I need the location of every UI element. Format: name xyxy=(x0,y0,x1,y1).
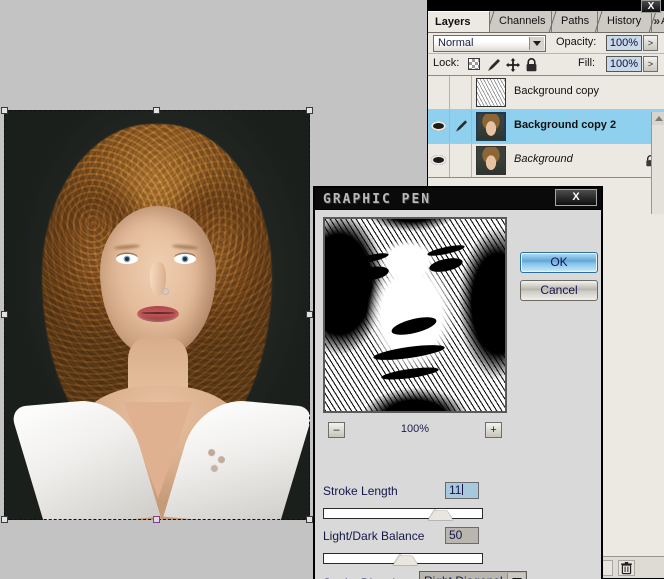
stroke-direction-select[interactable]: Right Diagonal xyxy=(419,571,527,579)
zoom-level-label: 100% xyxy=(400,423,430,435)
image-canvas[interactable] xyxy=(4,110,310,520)
chevron-down-icon[interactable] xyxy=(507,573,525,579)
opacity-stepper[interactable]: > xyxy=(643,35,658,51)
selection-handle-bl[interactable] xyxy=(1,516,8,523)
trash-icon[interactable] xyxy=(618,560,635,576)
table-row[interactable]: Background copy 2 xyxy=(428,110,664,144)
move-icon[interactable] xyxy=(506,58,520,77)
tab-channels[interactable]: Channels xyxy=(490,11,552,32)
light-dark-balance-slider-thumb[interactable] xyxy=(393,554,418,565)
blend-opacity-row: Normal Opacity: 100% > xyxy=(428,33,664,54)
opacity-label: Opacity: xyxy=(556,36,597,48)
selection-handle-tl[interactable] xyxy=(1,107,8,114)
layer-thumbnail-1[interactable] xyxy=(476,78,506,107)
stroke-direction-value: Right Diagonal xyxy=(424,574,503,579)
portrait-photo xyxy=(4,110,310,520)
pupil-left xyxy=(125,257,129,261)
table-row[interactable]: Background copy xyxy=(428,76,664,110)
preview-highlights xyxy=(325,219,505,411)
selection-handle-tm[interactable] xyxy=(153,107,160,114)
layer-name-2[interactable]: Background copy 2 xyxy=(514,119,616,131)
layer-list: Background copy Background copy 2 Backgr… xyxy=(428,76,664,178)
tab-layers-label: Layers xyxy=(435,16,471,28)
fill-label: Fill: xyxy=(578,57,596,69)
cancel-button[interactable]: Cancel xyxy=(520,280,598,301)
lock-icon[interactable] xyxy=(525,58,538,77)
fill-stepper[interactable]: > xyxy=(643,56,658,72)
scroll-up-icon[interactable] xyxy=(652,112,664,125)
layer-name-3[interactable]: Background xyxy=(514,153,573,165)
chevron-down-icon[interactable] xyxy=(529,37,544,50)
window-close-button[interactable]: X xyxy=(641,0,661,13)
lips-shape xyxy=(137,306,179,322)
layer-name-1[interactable]: Background copy xyxy=(514,85,599,97)
ok-button[interactable]: OK xyxy=(520,252,598,273)
table-row[interactable]: Background xyxy=(428,144,664,177)
zoom-in-button[interactable]: + xyxy=(485,422,502,438)
selection-handle-tr[interactable] xyxy=(306,107,313,114)
dialog-titlebar[interactable]: GRAPHIC PEN X xyxy=(315,188,601,210)
layer-link-cell-1[interactable] xyxy=(450,76,472,109)
eye-icon[interactable] xyxy=(431,155,446,165)
light-dark-balance-input[interactable]: 50 xyxy=(445,527,479,544)
dialog-body: – 100% + OK Cancel Stroke Length 11 Ligh… xyxy=(315,210,601,579)
stroke-length-slider[interactable] xyxy=(323,508,483,519)
graphic-pen-dialog: GRAPHIC PEN X – 100% + OK Cancel Stroke … xyxy=(313,186,603,579)
dialog-close-button[interactable]: X xyxy=(555,189,597,206)
preview-zoom-row: – 100% + xyxy=(323,422,507,442)
tab-paths[interactable]: Paths xyxy=(552,11,598,32)
thumbnail-image xyxy=(477,147,505,174)
tab-layers[interactable]: Layers xyxy=(428,11,490,32)
stroke-length-label: Stroke Length xyxy=(323,484,398,498)
blend-mode-select[interactable]: Normal xyxy=(433,35,546,52)
selection-handle-mr[interactable] xyxy=(306,311,313,318)
nose-ring-icon xyxy=(162,288,169,295)
blend-mode-value: Normal xyxy=(438,37,474,49)
panel-menu-button[interactable]: » xyxy=(653,11,660,32)
fill-input[interactable]: 100% xyxy=(606,56,642,72)
dialog-title: GRAPHIC PEN xyxy=(323,192,432,207)
tab-history[interactable]: History xyxy=(598,11,652,32)
stroke-length-value: 11 xyxy=(449,483,462,497)
tab-paths-label: Paths xyxy=(561,15,590,27)
opacity-input[interactable]: 100% xyxy=(606,35,642,51)
photoshop-screenshot: X Layers Channels Paths History Actions xyxy=(0,0,664,579)
tab-channels-label: Channels xyxy=(499,15,546,27)
layer-visibility-toggle-1[interactable] xyxy=(428,76,450,109)
collar-opening xyxy=(124,402,192,498)
light-dark-balance-label: Light/Dark Balance xyxy=(323,529,425,543)
layer-link-cell-3[interactable] xyxy=(450,144,472,177)
layer-link-cell-2[interactable] xyxy=(450,110,472,143)
layer-visibility-toggle-2[interactable] xyxy=(428,110,450,143)
text-caret xyxy=(462,484,464,495)
brush-icon[interactable] xyxy=(487,58,501,77)
thumbnail-image xyxy=(478,114,504,139)
selection-handle-br[interactable] xyxy=(306,516,313,523)
layer-thumbnail-2[interactable] xyxy=(476,112,506,141)
stroke-length-slider-thumb[interactable] xyxy=(428,509,453,520)
stroke-length-input[interactable]: 11 xyxy=(445,482,479,499)
transparency-icon[interactable] xyxy=(468,58,480,70)
brush-icon[interactable] xyxy=(455,119,468,133)
layer-thumbnail-3[interactable] xyxy=(476,146,506,175)
lock-label: Lock: xyxy=(433,57,460,69)
layers-scrollbar[interactable] xyxy=(651,112,664,214)
eye-icon[interactable] xyxy=(431,121,446,131)
thumbnail-image xyxy=(477,79,505,106)
panel-tab-bar: Layers Channels Paths History Actions » xyxy=(428,11,664,33)
filter-preview[interactable] xyxy=(323,217,507,413)
tab-history-label: History xyxy=(607,15,642,27)
layer-visibility-toggle-3[interactable] xyxy=(428,144,450,177)
selection-handle-bm[interactable] xyxy=(153,516,160,523)
lock-row: Lock: Fill: 100% > xyxy=(428,54,664,76)
pupil-right xyxy=(183,257,187,261)
selection-handle-ml[interactable] xyxy=(1,311,8,318)
